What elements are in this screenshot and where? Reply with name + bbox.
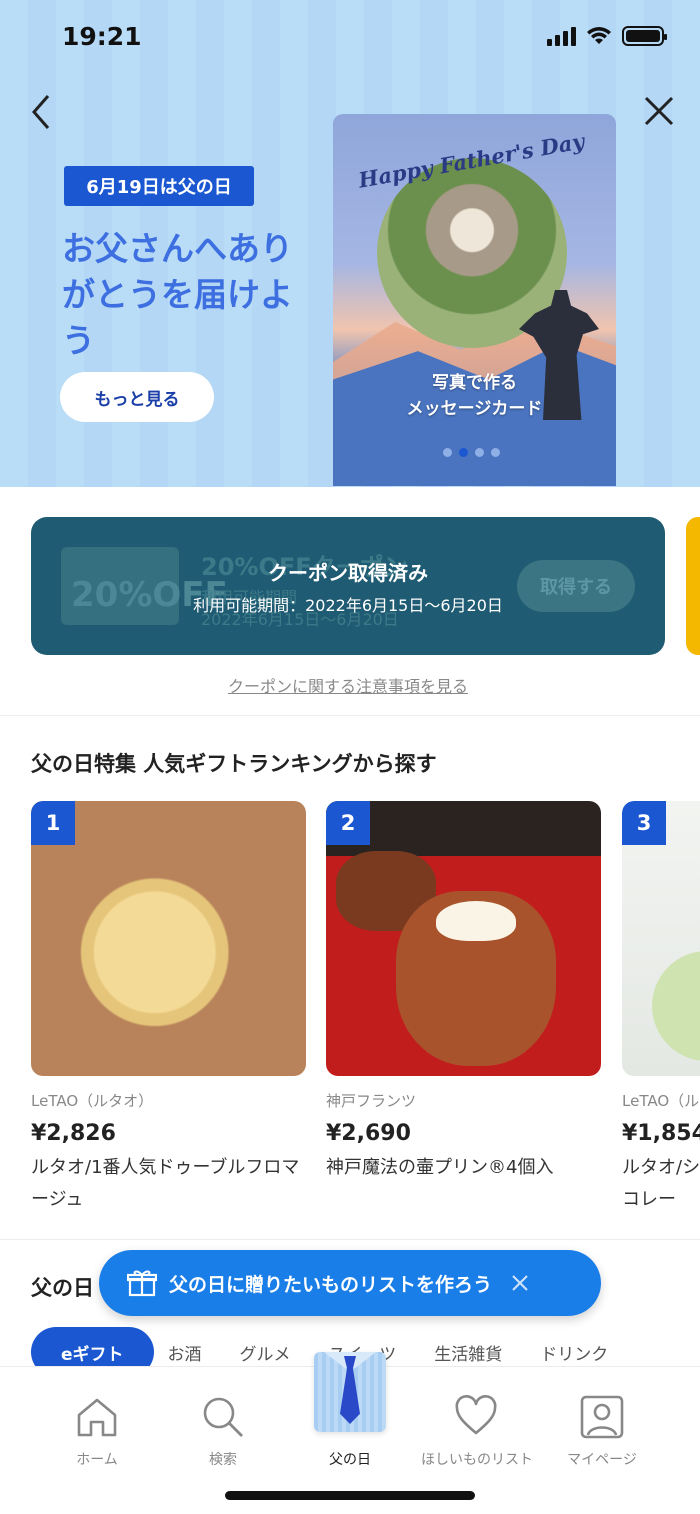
product-image: 2 <box>326 801 601 1076</box>
product-card[interactable]: 1 LeTAO（ルタオ） ¥2,826 ルタオ/1番人気ドゥーブルフロマージュ <box>31 801 306 1216</box>
carousel-dot[interactable] <box>459 448 468 457</box>
heart-icon <box>455 1395 497 1435</box>
card-caption-line1: 写真で作る <box>432 373 517 393</box>
hero-headline: お父さんへありがとうを届けよう <box>62 229 293 360</box>
tab-label: ほしいものリスト <box>421 1452 533 1468</box>
section2-title: 父の日 <box>31 1276 94 1300</box>
product-image: 1 <box>31 801 306 1076</box>
tab-label: ホーム <box>76 1452 118 1468</box>
chip-household[interactable]: 生活雑貨 <box>434 1340 502 1365</box>
carousel-dot[interactable] <box>443 448 452 457</box>
coupon-period: 利用可能期間：2022年6月15日〜6月20日 <box>193 596 503 615</box>
date-badge: 6月19日は父の日 <box>64 166 254 206</box>
carousel-dots <box>443 448 500 457</box>
product-card[interactable]: 3 LeTAO（ル ¥1,854 ルタオ/ショコレー <box>622 801 700 1216</box>
coupon-notes-link[interactable]: クーポンに関する注意事項を見る <box>0 673 696 697</box>
wishlist-toast[interactable]: 父の日に贈りたいものリストを作ろう <box>99 1250 601 1316</box>
rank-badge: 3 <box>622 801 666 845</box>
chip-alcohol[interactable]: お酒 <box>168 1340 202 1365</box>
home-icon <box>77 1398 117 1437</box>
tab-search[interactable]: 検索 <box>168 1395 278 1469</box>
product-card[interactable]: 2 神戸フランツ ¥2,690 神戸魔法の壷プリン®4個入 <box>326 801 601 1184</box>
person-icon <box>580 1395 624 1439</box>
wifi-icon <box>587 27 611 44</box>
tab-mypage[interactable]: マイページ <box>547 1395 657 1469</box>
product-name: 神戸魔法の壷プリン®4個入 <box>326 1157 554 1178</box>
carousel-dot[interactable] <box>491 448 500 457</box>
product-brand: 神戸フランツ <box>326 1092 417 1110</box>
tab-label: 検索 <box>209 1452 237 1468</box>
tab-wishlist[interactable]: ほしいものリスト <box>421 1395 533 1469</box>
chip-gourmet[interactable]: グルメ <box>240 1340 291 1365</box>
battery-icon <box>622 26 667 46</box>
product-price: ¥2,826 <box>31 1121 116 1146</box>
melon-graphic <box>652 951 700 1061</box>
tab-label: マイページ <box>567 1452 637 1468</box>
card-caption: 写真で作る メッセージカード <box>333 370 616 422</box>
chip-drinks[interactable]: ドリンク <box>540 1340 608 1365</box>
more-button[interactable]: もっと見る <box>60 372 214 422</box>
hero-banner: 19:21 6月19日は父の日 お父さんへありがとうを届けよう もっと見る Ha… <box>0 0 700 487</box>
cream-graphic <box>436 901 516 941</box>
next-coupon-peek[interactable] <box>686 517 700 655</box>
product-name: ルタオ/ショコレー <box>622 1157 700 1210</box>
message-card-banner[interactable]: Happy Father's Day 写真で作る メッセージカード <box>333 114 616 486</box>
close-icon[interactable] <box>510 1273 530 1293</box>
carousel-dot[interactable] <box>475 448 484 457</box>
divider <box>0 715 700 716</box>
product-brand: LeTAO（ルタオ） <box>31 1092 154 1110</box>
product-brand: LeTAO（ル <box>622 1092 700 1110</box>
coupon-card[interactable]: 20%OFF 20%OFFクーポン 利用可能期間 2022年6月15日〜6月20… <box>31 517 665 655</box>
close-icon[interactable] <box>642 94 676 128</box>
rank-badge: 2 <box>326 801 370 845</box>
tab-home[interactable]: ホーム <box>42 1395 152 1469</box>
shirt-tie-icon[interactable] <box>314 1352 386 1432</box>
signal-icon <box>547 26 576 46</box>
tab-label: 父の日 <box>329 1452 371 1468</box>
toast-text: 父の日に贈りたいものリストを作ろう <box>169 1273 493 1296</box>
product-price: ¥2,690 <box>326 1121 411 1146</box>
status-icons <box>547 26 667 46</box>
gift-icon <box>127 1270 157 1297</box>
product-image: 3 <box>622 801 700 1076</box>
card-caption-line2: メッセージカード <box>406 399 543 419</box>
rank-badge: 1 <box>31 801 75 845</box>
status-time: 19:21 <box>62 22 142 51</box>
search-icon <box>203 1397 243 1437</box>
home-indicator <box>225 1491 475 1500</box>
divider <box>0 1239 700 1240</box>
product-price: ¥1,854 <box>622 1121 700 1146</box>
product-name: ルタオ/1番人気ドゥーブルフロマージュ <box>31 1157 300 1210</box>
ranking-section-title: 父の日特集 人気ギフトランキングから探す <box>31 752 437 776</box>
coupon-acquired-title: クーポン取得済み <box>268 561 428 585</box>
back-icon[interactable] <box>26 92 58 132</box>
